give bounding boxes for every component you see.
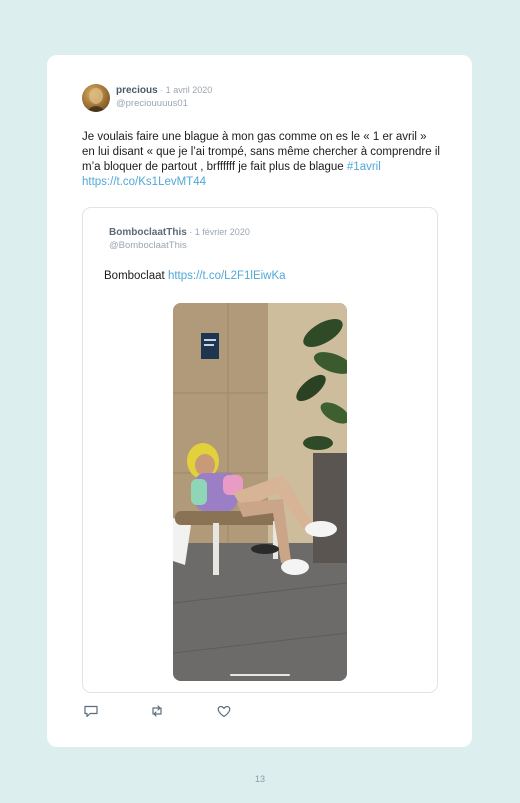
- quoted-author-handle[interactable]: @BomboclaatThis: [109, 239, 250, 252]
- quoted-body: Bomboclaat: [104, 270, 168, 282]
- author-name[interactable]: precious: [116, 85, 158, 96]
- tweet-author: precious · 1 avril 2020 @preciouuuus01: [116, 84, 212, 110]
- retweet-icon[interactable]: [149, 703, 165, 719]
- author-handle[interactable]: @preciouuuus01: [116, 97, 212, 110]
- tweet-card: precious · 1 avril 2020 @preciouuuus01 J…: [47, 55, 472, 747]
- hashtag-link[interactable]: #1avril: [347, 161, 381, 173]
- avatar-image: [86, 88, 106, 112]
- quoted-photo[interactable]: [173, 303, 347, 681]
- tweet-url-link[interactable]: https://t.co/Ks1LevMT44: [82, 176, 206, 188]
- quoted-author: BomboclaatThis · 1 février 2020 @Bombocl…: [109, 226, 250, 252]
- tweet-body: Je voulais faire une blague à mon gas co…: [82, 131, 440, 173]
- quoted-date: · 1 février 2020: [186, 227, 250, 237]
- page-number: 13: [254, 774, 265, 784]
- heart-icon[interactable]: [216, 703, 232, 719]
- photo-illustration: [173, 303, 347, 681]
- quoted-text: Bomboclaat https://t.co/L2F1lEiwKa: [104, 270, 286, 282]
- tweet-date: · 1 avril 2020: [157, 85, 213, 95]
- quoted-url-link[interactable]: https://t.co/L2F1lEiwKa: [168, 270, 286, 282]
- avatar[interactable]: [82, 84, 110, 112]
- reply-icon[interactable]: [83, 703, 99, 719]
- quoted-tweet[interactable]: BomboclaatThis · 1 février 2020 @Bombocl…: [82, 207, 438, 693]
- quoted-author-name[interactable]: BomboclaatThis: [109, 227, 187, 238]
- tweet-text: Je voulais faire une blague à mon gas co…: [82, 130, 442, 190]
- tweet-actions: [83, 703, 283, 719]
